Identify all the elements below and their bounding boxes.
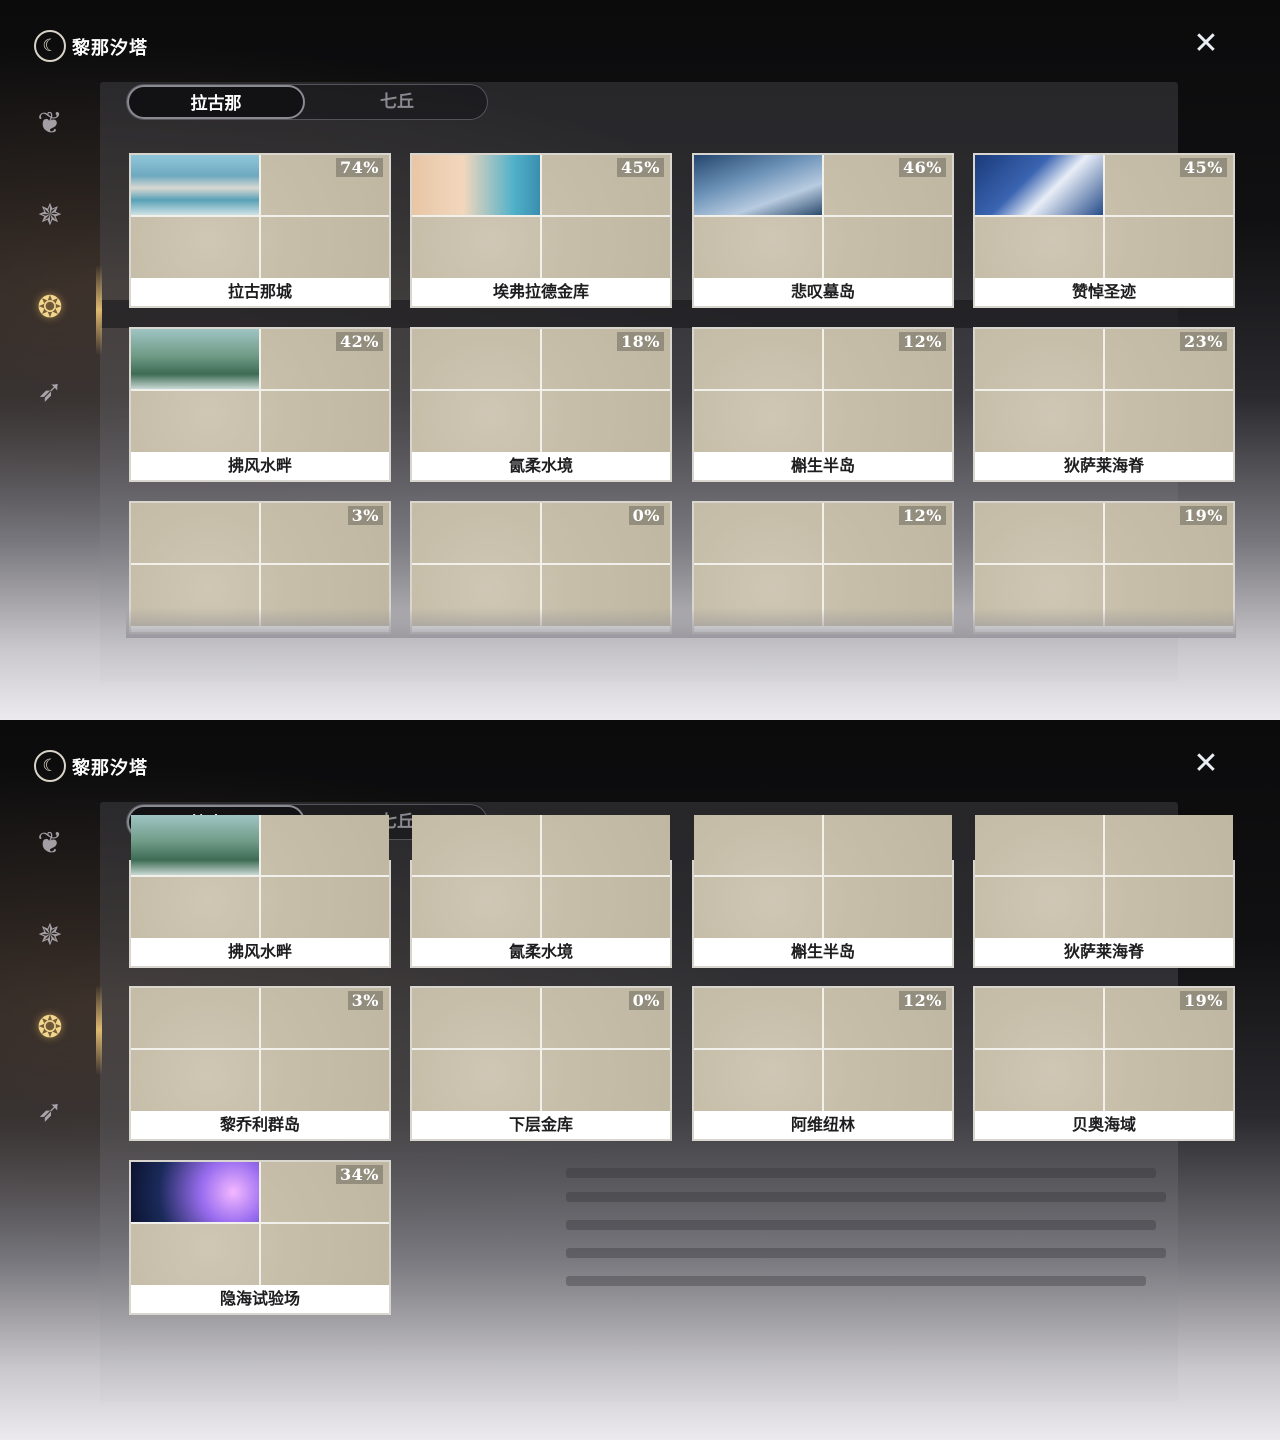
region-name: 拂风水畔 <box>131 452 389 480</box>
app-logo-icon: ☾ <box>34 750 66 782</box>
top-bar: ☾ 黎那汐塔 ✕ <box>0 0 1280 80</box>
app-logo-icon: ☾ <box>34 30 66 62</box>
region-name: 赞悼圣迹 <box>975 278 1233 306</box>
progress-badge: 12% <box>899 332 946 351</box>
region-card[interactable]: 42% 拂风水畔 <box>129 327 391 482</box>
region-image <box>131 1162 259 1222</box>
progress-badge: 42% <box>336 332 383 351</box>
region-card[interactable]: 狄萨莱海脊 <box>973 815 1235 968</box>
region-image <box>694 155 822 215</box>
region-card[interactable]: 拂风水畔 <box>129 815 391 968</box>
background-text-line <box>566 1168 1156 1178</box>
progress-badge: 12% <box>899 991 946 1010</box>
region-card[interactable]: 45% 埃弗拉德金库 <box>410 153 672 308</box>
region-card[interactable]: 19% 贝奥海域 <box>973 986 1235 1141</box>
region-image <box>131 329 259 389</box>
top-bar: ☾ 黎那汐塔 ✕ <box>0 720 1280 800</box>
region-name: 阿维纽林 <box>694 1111 952 1139</box>
wing-emblem-icon[interactable]: ➶ <box>24 366 76 418</box>
close-icon[interactable]: ✕ <box>1190 28 1222 60</box>
region-name: 槲生半岛 <box>694 452 952 480</box>
region-emblem-icon[interactable]: ❂ <box>24 1002 76 1054</box>
star-emblem-icon[interactable]: ✵ <box>24 910 76 962</box>
progress-badge: 74% <box>336 158 383 177</box>
region-name: 贝奥海域 <box>975 1111 1233 1139</box>
region-card[interactable]: 氤柔水境 <box>410 815 672 968</box>
progress-badge: 18% <box>617 332 664 351</box>
region-image <box>131 155 259 215</box>
crest-icon[interactable]: ❦ <box>24 98 76 150</box>
region-name: 隐海试验场 <box>131 1285 389 1313</box>
region-image <box>975 155 1103 215</box>
region-image <box>412 155 540 215</box>
progress-badge: 19% <box>1180 991 1227 1010</box>
region-emblem-icon[interactable]: ❂ <box>24 282 76 334</box>
background-text-line <box>566 1220 1156 1230</box>
sidebar: ❦ ✵ ❂ ➶ <box>0 810 102 1440</box>
tab-bar: 拉古那 七丘 <box>126 84 488 120</box>
region-name: 拉古那城 <box>131 278 389 306</box>
region-card[interactable]: 18% 氤柔水境 <box>410 327 672 482</box>
region-card[interactable]: 0% 下层金库 <box>410 986 672 1141</box>
region-card[interactable]: 12% 槲生半岛 <box>692 327 954 482</box>
region-card[interactable]: 3% 黎乔利群岛 <box>129 986 391 1141</box>
progress-badge: 3% <box>347 506 383 525</box>
page-title: 黎那汐塔 <box>72 38 148 59</box>
region-name: 拂风水畔 <box>131 938 389 966</box>
screenshot-bottom: ☾ 黎那汐塔 ✕ ❦ ✵ ❂ ➶ 拉古那 七丘 拂风水畔 氤柔水境 槲生半岛 狄… <box>0 720 1280 1440</box>
region-name: 悲叹墓岛 <box>694 278 952 306</box>
progress-badge: 45% <box>1180 158 1227 177</box>
region-name: 狄萨莱海脊 <box>975 938 1233 966</box>
region-card[interactable]: 46% 悲叹墓岛 <box>692 153 954 308</box>
background-text-line <box>566 1276 1146 1286</box>
progress-badge: 34% <box>336 1165 383 1184</box>
progress-badge: 0% <box>628 991 664 1010</box>
region-name: 埃弗拉德金库 <box>412 278 670 306</box>
sidebar: ❦ ✵ ❂ ➶ <box>0 90 102 720</box>
region-card[interactable]: 45% 赞悼圣迹 <box>973 153 1235 308</box>
active-indicator <box>96 265 102 355</box>
scroll-fade <box>126 608 1236 638</box>
region-map <box>694 815 952 938</box>
crest-icon[interactable]: ❦ <box>24 818 76 870</box>
close-icon[interactable]: ✕ <box>1190 748 1222 780</box>
region-name: 氤柔水境 <box>412 938 670 966</box>
region-map <box>975 815 1233 938</box>
background-text-line <box>566 1248 1166 1258</box>
region-map <box>412 815 670 938</box>
progress-badge: 0% <box>628 506 664 525</box>
tab-lagunа[interactable]: 拉古那 <box>127 85 305 119</box>
region-card[interactable]: 槲生半岛 <box>692 815 954 968</box>
region-name: 下层金库 <box>412 1111 670 1139</box>
region-card[interactable]: 23% 狄萨莱海脊 <box>973 327 1235 482</box>
region-image <box>131 815 259 875</box>
screenshot-top: ☾ 黎那汐塔 ✕ ❦ ✵ ❂ ➶ 拉古那 七丘 74% 拉古那城 45% 埃弗拉… <box>0 0 1280 720</box>
active-indicator <box>96 985 102 1075</box>
progress-badge: 23% <box>1180 332 1227 351</box>
background-text-line <box>566 1192 1166 1202</box>
star-emblem-icon[interactable]: ✵ <box>24 190 76 242</box>
progress-badge: 19% <box>1180 506 1227 525</box>
progress-badge: 45% <box>617 158 664 177</box>
page-title: 黎那汐塔 <box>72 758 148 779</box>
wing-emblem-icon[interactable]: ➶ <box>24 1086 76 1138</box>
region-name: 氤柔水境 <box>412 452 670 480</box>
region-name: 狄萨莱海脊 <box>975 452 1233 480</box>
region-name: 黎乔利群岛 <box>131 1111 389 1139</box>
tab-seven-hills[interactable]: 七丘 <box>307 85 487 119</box>
progress-badge: 3% <box>347 991 383 1010</box>
region-card[interactable]: 74% 拉古那城 <box>129 153 391 308</box>
progress-badge: 12% <box>899 506 946 525</box>
region-card[interactable]: 34% 隐海试验场 <box>129 1160 391 1315</box>
progress-badge: 46% <box>899 158 946 177</box>
region-card[interactable]: 12% 阿维纽林 <box>692 986 954 1141</box>
region-name: 槲生半岛 <box>694 938 952 966</box>
